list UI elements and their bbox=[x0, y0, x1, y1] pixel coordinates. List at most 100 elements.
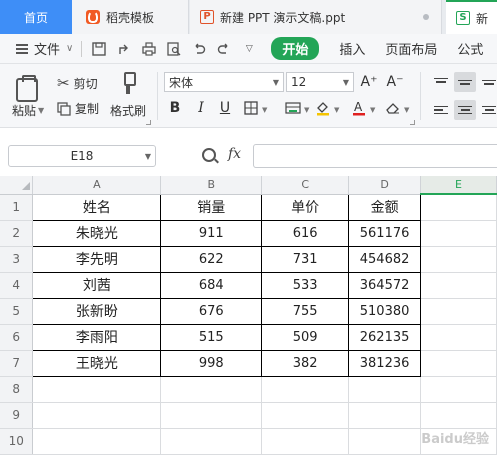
cell[interactable] bbox=[261, 402, 350, 429]
font-name-select[interactable]: 宋体 ▼ bbox=[164, 72, 284, 92]
cell[interactable]: 381236 bbox=[348, 349, 422, 377]
cell[interactable]: 622 bbox=[160, 245, 263, 273]
cell[interactable]: 262135 bbox=[348, 323, 422, 351]
cell[interactable]: 销量 bbox=[160, 193, 263, 221]
column-header[interactable]: D bbox=[348, 176, 422, 195]
cell[interactable] bbox=[420, 194, 497, 221]
row-header[interactable]: 2 bbox=[0, 220, 34, 247]
file-menu-button[interactable]: 文件 ∨ bbox=[0, 39, 73, 58]
row-header[interactable]: 8 bbox=[0, 376, 34, 403]
menu-insert[interactable]: 插入 bbox=[339, 39, 365, 58]
align-right-button[interactable] bbox=[478, 100, 497, 120]
tab-close-dot-icon[interactable] bbox=[423, 14, 429, 20]
tab-ppt-document[interactable]: P 新建 PPT 演示文稿.ppt bbox=[190, 0, 442, 34]
undo-icon[interactable] bbox=[191, 41, 207, 57]
font-color-icon[interactable]: A bbox=[350, 99, 368, 117]
cell[interactable]: 382 bbox=[261, 349, 350, 377]
paste-dropdown[interactable]: 粘贴 ▼ bbox=[12, 102, 44, 119]
cut-button[interactable]: ✂ 剪切 bbox=[57, 74, 98, 92]
format-painter-button[interactable]: 格式刷 bbox=[110, 72, 146, 119]
cell[interactable]: 李先明 bbox=[32, 245, 162, 273]
cell[interactable]: 998 bbox=[160, 349, 263, 377]
menu-formula[interactable]: 公式 bbox=[457, 39, 483, 58]
row-header[interactable]: 7 bbox=[0, 350, 34, 377]
cell[interactable] bbox=[420, 246, 497, 273]
font-size-select[interactable]: 12 ▼ bbox=[286, 72, 354, 92]
cell[interactable]: 单价 bbox=[261, 193, 350, 221]
row-header[interactable]: 5 bbox=[0, 298, 34, 325]
cell[interactable]: 561176 bbox=[348, 219, 422, 247]
menu-page-layout[interactable]: 页面布局 bbox=[385, 39, 437, 58]
name-box[interactable]: E18 ▼ bbox=[8, 145, 156, 167]
function-icon[interactable]: fx bbox=[228, 146, 241, 162]
align-left-button[interactable] bbox=[430, 100, 452, 120]
cell-style-icon[interactable] bbox=[284, 99, 302, 117]
cell[interactable]: 姓名 bbox=[32, 193, 162, 221]
cell[interactable] bbox=[420, 402, 497, 429]
cell[interactable]: 510380 bbox=[348, 297, 422, 325]
tab-home[interactable]: 首页 bbox=[0, 0, 72, 34]
cell[interactable]: 张新盼 bbox=[32, 297, 162, 325]
spreadsheet-grid[interactable]: A B C D E 1 姓名 销量 单价 金额 2 朱晓光 911 616 56… bbox=[0, 176, 497, 455]
row-header[interactable]: 1 bbox=[0, 194, 34, 221]
cell[interactable] bbox=[420, 324, 497, 351]
print-preview-icon[interactable] bbox=[166, 41, 182, 57]
cell[interactable]: 533 bbox=[261, 271, 350, 299]
column-header[interactable]: E bbox=[420, 176, 497, 195]
print-icon[interactable] bbox=[141, 41, 157, 57]
cell[interactable]: 684 bbox=[160, 271, 263, 299]
share-icon[interactable] bbox=[116, 41, 132, 57]
underline-button[interactable]: U bbox=[216, 99, 234, 117]
cell[interactable] bbox=[420, 350, 497, 377]
column-header[interactable]: B bbox=[160, 176, 263, 195]
cell[interactable] bbox=[32, 376, 162, 403]
cell[interactable] bbox=[348, 402, 422, 429]
align-top-button[interactable] bbox=[430, 72, 452, 92]
cell[interactable]: 731 bbox=[261, 245, 350, 273]
row-header[interactable]: 6 bbox=[0, 324, 34, 351]
cell[interactable] bbox=[348, 428, 422, 455]
save-icon[interactable] bbox=[91, 41, 107, 57]
cell[interactable]: 676 bbox=[160, 297, 263, 325]
zoom-icon[interactable] bbox=[202, 148, 216, 162]
menu-start[interactable]: 开始 bbox=[271, 37, 320, 60]
cell[interactable] bbox=[420, 220, 497, 247]
column-header[interactable]: A bbox=[32, 176, 162, 195]
cell[interactable] bbox=[32, 402, 162, 429]
border-icon[interactable] bbox=[242, 99, 260, 117]
cell[interactable] bbox=[420, 298, 497, 325]
cell[interactable] bbox=[160, 402, 263, 429]
chevron-down-icon[interactable]: ▼ bbox=[304, 106, 309, 114]
cell[interactable]: 509 bbox=[261, 323, 350, 351]
font-grow-button[interactable]: A⁺ bbox=[360, 73, 378, 91]
tab-docer[interactable]: 稻壳模板 bbox=[72, 0, 189, 34]
align-middle-button[interactable] bbox=[454, 72, 476, 92]
align-center-button[interactable] bbox=[454, 100, 476, 120]
cell[interactable]: 王晓光 bbox=[32, 349, 162, 377]
cell[interactable] bbox=[261, 376, 350, 403]
cell[interactable] bbox=[160, 428, 263, 455]
copy-button[interactable]: 复制 bbox=[57, 100, 99, 117]
cell[interactable]: 李雨阳 bbox=[32, 323, 162, 351]
cell[interactable] bbox=[261, 428, 350, 455]
column-header[interactable]: C bbox=[261, 176, 350, 195]
cell[interactable]: 454682 bbox=[348, 245, 422, 273]
cell[interactable]: 616 bbox=[261, 219, 350, 247]
formula-input[interactable] bbox=[253, 144, 497, 168]
chevron-down-icon[interactable]: ▼ bbox=[404, 106, 409, 114]
cell[interactable]: 515 bbox=[160, 323, 263, 351]
customize-toolbar-chevron-icon[interactable]: ▽ bbox=[241, 41, 257, 57]
cell[interactable] bbox=[32, 428, 162, 455]
tab-spreadsheet[interactable]: S 新 bbox=[446, 0, 497, 34]
paste-button[interactable] bbox=[12, 72, 42, 102]
chevron-down-icon[interactable]: ▼ bbox=[262, 106, 267, 114]
chevron-down-icon[interactable]: ▼ bbox=[370, 106, 375, 114]
redo-icon[interactable] bbox=[216, 41, 232, 57]
align-bottom-button[interactable] bbox=[478, 72, 497, 92]
chevron-down-icon[interactable]: ▼ bbox=[334, 106, 339, 114]
cell[interactable]: 911 bbox=[160, 219, 263, 247]
bold-button[interactable]: B bbox=[166, 99, 184, 117]
row-header[interactable]: 10 bbox=[0, 428, 34, 455]
cell[interactable]: 364572 bbox=[348, 271, 422, 299]
eraser-icon[interactable] bbox=[384, 99, 402, 117]
